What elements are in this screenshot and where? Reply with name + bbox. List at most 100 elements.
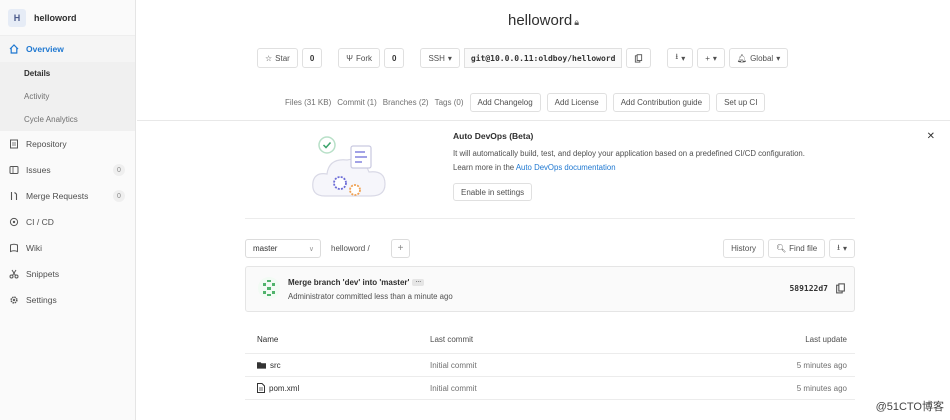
branch-dropdown[interactable]: master ∨ xyxy=(245,239,321,258)
notification-dropdown[interactable]: 🔔︎ Global ▾ xyxy=(728,48,789,68)
add-contribution-guide-button[interactable]: Add Contribution guide xyxy=(612,93,711,112)
file-last-commit[interactable]: Initial commit xyxy=(430,361,730,370)
table-row[interactable]: pom.xml Initial commit 5 minutes ago xyxy=(245,377,855,400)
fork-label: Fork xyxy=(355,53,372,63)
sidebar-item-merge-requests[interactable]: Merge Requests 0 xyxy=(0,183,135,209)
add-dropdown[interactable]: + ▾ xyxy=(697,48,725,68)
issues-icon xyxy=(8,164,20,176)
sidebar: H helloword Overview Details Activity Cy… xyxy=(0,0,136,420)
document-icon xyxy=(8,138,20,150)
find-file-label: Find file xyxy=(789,244,818,253)
clipboard-icon xyxy=(635,53,643,63)
clone-url-input[interactable]: git@10.0.0.11:oldboy/helloword xyxy=(463,48,623,68)
sidebar-item-label: Wiki xyxy=(26,243,43,253)
plus-icon: + xyxy=(705,53,710,63)
files-link[interactable]: Files (31 KB) xyxy=(285,98,331,107)
add-to-tree-button[interactable]: + xyxy=(391,239,410,258)
home-icon xyxy=(8,43,20,55)
sidebar-subitem-details[interactable]: Details xyxy=(0,62,135,85)
project-title: helloword xyxy=(507,12,573,29)
sidebar-item-wiki[interactable]: Wiki xyxy=(0,235,135,261)
devops-title: Auto DevOps (Beta) xyxy=(453,131,534,141)
download-icon: ⭳ xyxy=(837,242,840,252)
star-icon: ☆ xyxy=(265,53,273,63)
project-actions: ☆ Star 0 Ψ Fork 0 SSH ▾ git@10.0.0.11:ol… xyxy=(257,48,789,68)
tags-link[interactable]: Tags (0) xyxy=(435,98,464,107)
table-header-row: Name Last commit Last update xyxy=(245,326,855,354)
enable-in-settings-button[interactable]: Enable in settings xyxy=(453,183,533,201)
commit-title[interactable]: Merge branch 'dev' into 'master'… xyxy=(288,278,425,287)
branches-link[interactable]: Branches (2) xyxy=(383,98,429,107)
file-last-update: 5 minutes ago xyxy=(796,383,847,393)
tree-actions: History 🔍︎ Find file ⭳ ▾ xyxy=(723,239,855,258)
chevron-down-icon: ∨ xyxy=(308,246,314,253)
find-file-button[interactable]: 🔍︎ Find file xyxy=(768,239,826,258)
tree-controls: master ∨ helloword / + History 🔍︎ Find f… xyxy=(245,239,855,259)
notification-label: Global xyxy=(750,53,774,63)
project-stats: Files (31 KB) Commit (1) Branches (2) Ta… xyxy=(285,93,766,112)
auto-devops-banner: Auto DevOps (Beta) It will automatically… xyxy=(453,131,943,201)
sidebar-item-settings[interactable]: Settings xyxy=(0,287,135,313)
fork-button[interactable]: Ψ Fork xyxy=(338,48,380,68)
star-label: Star xyxy=(275,53,290,63)
commits-link[interactable]: Commit (1) xyxy=(337,98,377,107)
sidebar-item-issues[interactable]: Issues 0 xyxy=(0,157,135,183)
sidebar-item-label: Settings xyxy=(26,295,57,305)
committer-avatar xyxy=(258,277,280,299)
divider xyxy=(137,120,950,121)
star-count[interactable]: 0 xyxy=(301,48,323,68)
add-changelog-button[interactable]: Add Changelog xyxy=(469,93,541,112)
file-name[interactable]: src xyxy=(270,361,281,370)
sidebar-item-ci-cd[interactable]: CI / CD xyxy=(0,209,135,235)
overview-submenu: Details Activity Cycle Analytics xyxy=(0,62,135,131)
download-dropdown[interactable]: ⭳ ▾ xyxy=(829,239,855,258)
search-icon: 🔍︎ xyxy=(776,244,787,253)
file-last-commit[interactable]: Initial commit xyxy=(430,384,730,393)
scissors-icon xyxy=(8,268,20,280)
commit-sha[interactable]: 589122d7 xyxy=(789,284,828,293)
devops-learn-more: Learn more in the Auto DevOps documentat… xyxy=(453,163,616,172)
main-content: helloword 🔒︎ ☆ Star 0 Ψ Fork 0 SSH ▾ git@… xyxy=(137,0,950,420)
expand-commit-button[interactable]: … xyxy=(412,278,425,287)
watermark: @51CTO博客 xyxy=(875,401,944,413)
gear-icon xyxy=(8,294,20,306)
history-button[interactable]: History xyxy=(723,239,764,258)
project-header[interactable]: H helloword xyxy=(0,0,135,36)
bell-icon: 🔔︎ xyxy=(736,53,748,63)
breadcrumb[interactable]: helloword / xyxy=(331,244,370,253)
file-name[interactable]: pom.xml xyxy=(269,384,299,393)
sidebar-item-label: Snippets xyxy=(26,269,60,279)
copy-url-button[interactable] xyxy=(626,48,652,68)
sidebar-item-snippets[interactable]: Snippets xyxy=(0,261,135,287)
close-icon[interactable]: ✕ xyxy=(927,131,935,142)
sidebar-subitem-cycle-analytics[interactable]: Cycle Analytics xyxy=(0,108,135,131)
column-header-name: Name xyxy=(257,335,279,344)
sidebar-item-label: Repository xyxy=(26,139,67,149)
file-table: Name Last commit Last update src Initial… xyxy=(245,326,855,400)
protocol-dropdown[interactable]: SSH ▾ xyxy=(420,48,460,68)
table-row[interactable]: src Initial commit 5 minutes ago xyxy=(245,354,855,377)
devops-docs-link[interactable]: Auto DevOps documentation xyxy=(516,163,616,172)
fork-count[interactable]: 0 xyxy=(383,48,405,68)
chevron-down-icon: ▾ xyxy=(681,53,686,63)
file-icon xyxy=(257,383,265,393)
project-title-row: helloword 🔒︎ xyxy=(137,12,950,29)
folder-icon xyxy=(257,362,266,369)
star-button[interactable]: ☆ Star xyxy=(257,48,298,68)
download-dropdown[interactable]: ⭳ ▾ xyxy=(667,48,694,68)
chevron-down-icon: ▾ xyxy=(712,53,717,63)
sidebar-item-repository[interactable]: Repository xyxy=(0,131,135,157)
book-icon xyxy=(8,242,20,254)
chevron-down-icon: ▾ xyxy=(447,53,452,63)
last-commit-panel: Merge branch 'dev' into 'master'… Admini… xyxy=(245,266,855,312)
setup-ci-button[interactable]: Set up CI xyxy=(716,93,766,112)
clipboard-icon[interactable] xyxy=(835,283,846,294)
sidebar-item-overview[interactable]: Overview xyxy=(0,36,135,62)
add-license-button[interactable]: Add License xyxy=(546,93,607,112)
project-name: helloword xyxy=(34,12,77,23)
project-avatar: H xyxy=(8,8,26,27)
sidebar-subitem-activity[interactable]: Activity xyxy=(0,85,135,108)
plus-icon: + xyxy=(397,243,404,254)
sidebar-item-label: Issues xyxy=(26,165,51,175)
devops-illustration xyxy=(312,136,386,197)
